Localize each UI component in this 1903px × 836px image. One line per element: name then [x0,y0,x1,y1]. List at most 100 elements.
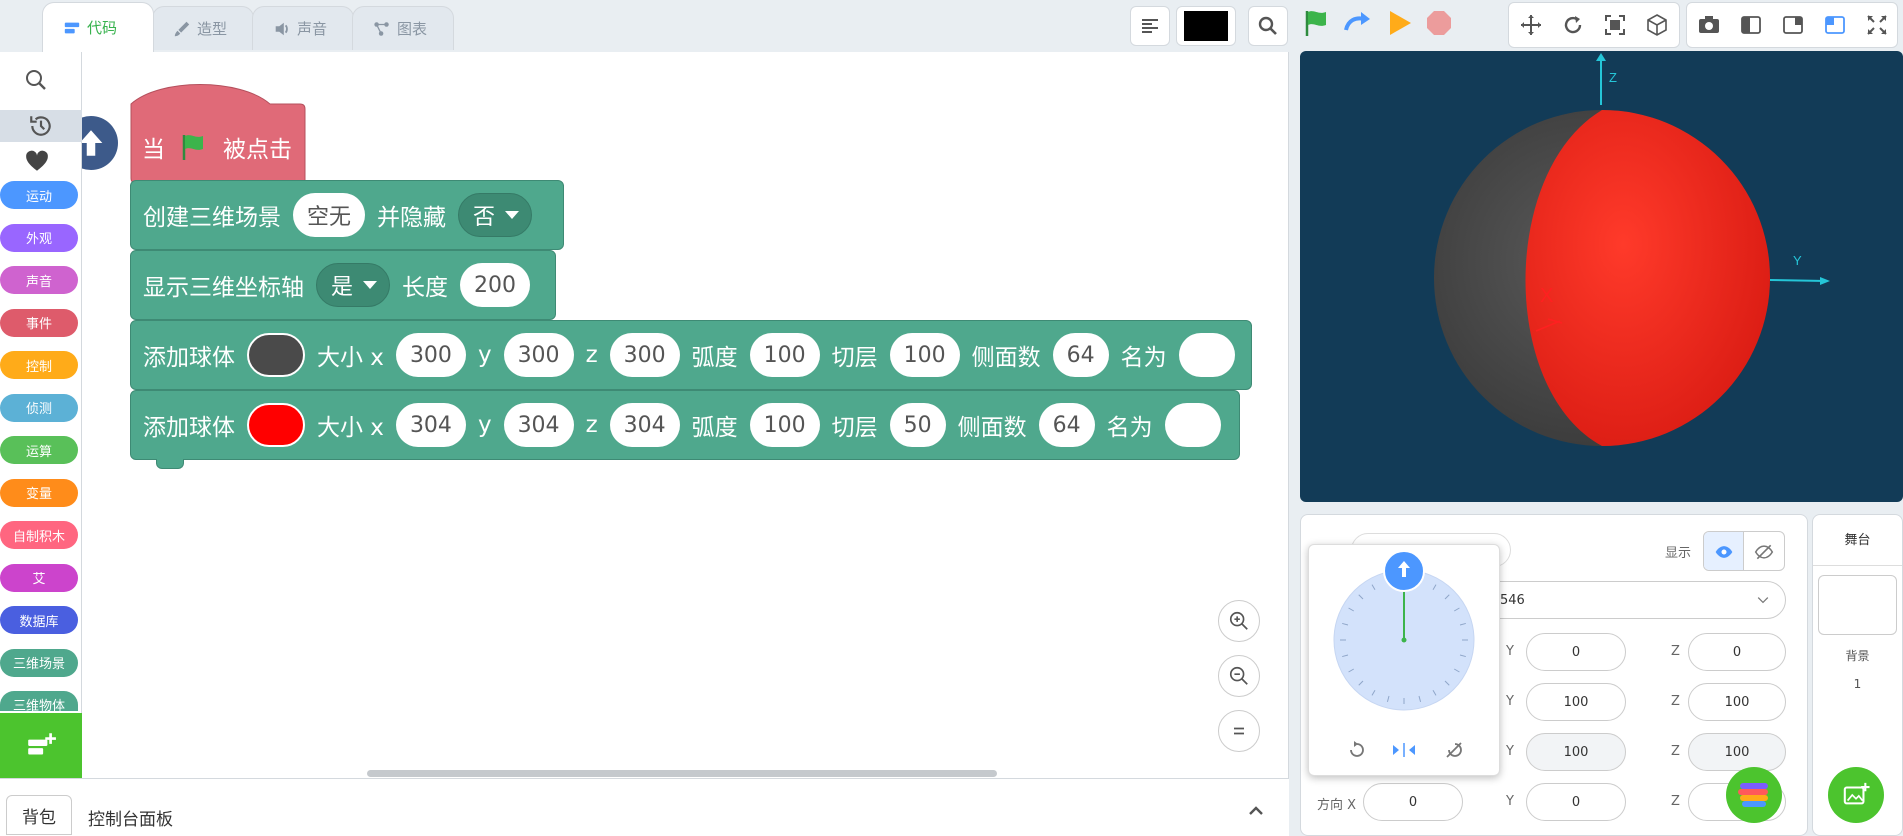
z-field[interactable]: 100 [1688,683,1786,721]
flip-lr-icon[interactable] [1393,743,1415,757]
palette-search-button[interactable] [24,68,48,96]
z-input[interactable]: 304 [609,403,680,447]
small-stage-button[interactable] [1731,3,1771,47]
stage-library-button[interactable] [1828,767,1884,823]
category-button[interactable]: 事件 [0,308,78,337]
category-button[interactable]: 三维场景 [0,648,78,677]
console-panel-label[interactable]: 控制台面板 [88,805,173,830]
tab-code[interactable]: 代码 [42,2,154,52]
normal-stage-button[interactable] [1773,3,1813,47]
zoom-reset-button[interactable] [1218,710,1260,752]
z-label: z [585,342,598,368]
add-sphere-block-1[interactable]: 添加球体 大小 x 300 y 300 z 300 弧度 100 切层 100 … [130,320,1252,390]
create-3d-scene-block[interactable]: 创建三维场景 空无 并隐藏 否 [130,180,564,250]
y-input[interactable]: 300 [503,333,574,377]
add-extension-button[interactable] [0,713,82,778]
z-field[interactable]: 0 [1688,633,1786,671]
expand-panel-button[interactable] [1246,801,1266,825]
block-palette: 运动外观声音事件控制侦测运算变量自制积木艾数据库三维场景三维物体 [0,52,82,778]
stage-canvas[interactable]: Z Y X [1300,51,1903,502]
category-button[interactable]: 运算 [0,436,78,464]
hide-dropdown[interactable]: 否 [458,193,533,237]
run-button[interactable] [1384,8,1414,38]
search-button[interactable] [1248,6,1288,46]
green-flag-button[interactable] [1302,8,1332,38]
show-3d-axes-block[interactable]: 显示三维坐标轴 是 长度 200 [130,250,556,320]
category-button[interactable]: 三维物体 [0,691,78,714]
category-button[interactable]: 控制 [0,351,78,379]
category-button[interactable]: 运动 [0,181,78,209]
code-workspace[interactable]: 当 被点击 创建三维场景 空无 并隐藏 否 显示三维坐标轴 是 长度 200 添… [82,52,1289,778]
tab-costumes[interactable]: 造型 [152,6,254,50]
large-stage-button[interactable] [1815,3,1855,47]
layout-toolbar [1686,2,1898,48]
sphere-color-swatch[interactable] [247,333,305,377]
move-button[interactable] [1511,3,1551,47]
y-label: Y [1506,744,1514,759]
rotate-style-icon[interactable] [1350,741,1364,757]
align-button[interactable] [1130,6,1170,46]
category-button[interactable]: 侦测 [0,393,78,422]
arc-input[interactable]: 100 [749,403,820,447]
z-field[interactable]: 100 [1688,733,1786,771]
sprite-select[interactable]: 546 [1451,581,1786,619]
size-x-label: 大小 x [317,415,384,441]
zoom-out-button[interactable] [1218,655,1260,697]
sides-input[interactable]: 64 [1052,333,1109,377]
rotate-button[interactable] [1553,3,1593,47]
add-sphere-block-2[interactable]: 添加球体 大小 x 304 y 304 z 304 弧度 100 切层 50 侧… [130,390,1240,460]
no-rotate-icon[interactable] [1446,742,1462,758]
x-input[interactable]: 304 [395,403,466,447]
x-field[interactable]: 0 [1363,783,1463,821]
y-field[interactable]: 0 [1526,633,1626,671]
axes-dropdown[interactable]: 是 [316,263,391,307]
tab-sounds[interactable]: 声音 [252,6,354,50]
y-input[interactable]: 304 [503,403,574,447]
z-input[interactable]: 300 [609,333,680,377]
name-input[interactable] [1178,333,1235,377]
visibility-toggle [1703,531,1785,571]
category-button[interactable]: 数据库 [0,606,78,634]
direction-dial-popup[interactable] [1308,544,1500,776]
stack-collapse-icon[interactable] [82,116,118,170]
hide-button[interactable] [1744,532,1784,570]
hide-value: 否 [473,205,496,230]
screenshot-button[interactable] [1689,3,1729,47]
favorites-button[interactable] [24,148,50,178]
block-label: 显示三维坐标轴 [143,275,304,301]
length-input[interactable]: 200 [460,263,531,307]
category-button[interactable]: 艾 [0,563,78,592]
arc-input[interactable]: 100 [749,333,820,377]
tab-charts[interactable]: 图表 [352,6,454,50]
cube-button[interactable] [1637,3,1677,47]
category-button[interactable]: 自制积木 [0,521,78,549]
cut-input[interactable]: 50 [889,403,946,447]
turbo-button[interactable] [1342,8,1372,38]
fit-button[interactable] [1595,3,1635,47]
stop-button[interactable] [1424,8,1454,38]
backpack-button[interactable]: 背包 [6,795,72,835]
name-input[interactable] [1164,403,1221,447]
sprite-library-button[interactable] [1726,767,1782,823]
fullscreen-button[interactable] [1857,3,1897,47]
sides-input[interactable]: 64 [1038,403,1095,447]
history-button[interactable] [0,110,82,142]
y-field[interactable]: 100 [1526,733,1626,771]
show-button[interactable] [1704,532,1744,570]
category-button[interactable]: 外观 [0,223,78,252]
when-flag-clicked-block[interactable]: 当 被点击 [130,84,306,184]
scene-input[interactable]: 空无 [293,193,366,237]
arrow-up-icon [82,130,103,156]
backdrop-thumbnail[interactable] [1818,575,1897,635]
sphere-color-swatch[interactable] [247,403,305,447]
zoom-in-button[interactable] [1218,600,1260,642]
category-button[interactable]: 声音 [0,266,78,294]
cut-input[interactable]: 100 [889,333,960,377]
y-field[interactable]: 0 [1526,783,1626,821]
category-button[interactable]: 变量 [0,478,78,507]
color-picker-button[interactable] [1176,6,1236,46]
horizontal-scrollbar[interactable] [367,770,997,777]
x-input[interactable]: 300 [395,333,466,377]
direction-dial[interactable] [1309,545,1501,777]
y-field[interactable]: 100 [1526,683,1626,721]
